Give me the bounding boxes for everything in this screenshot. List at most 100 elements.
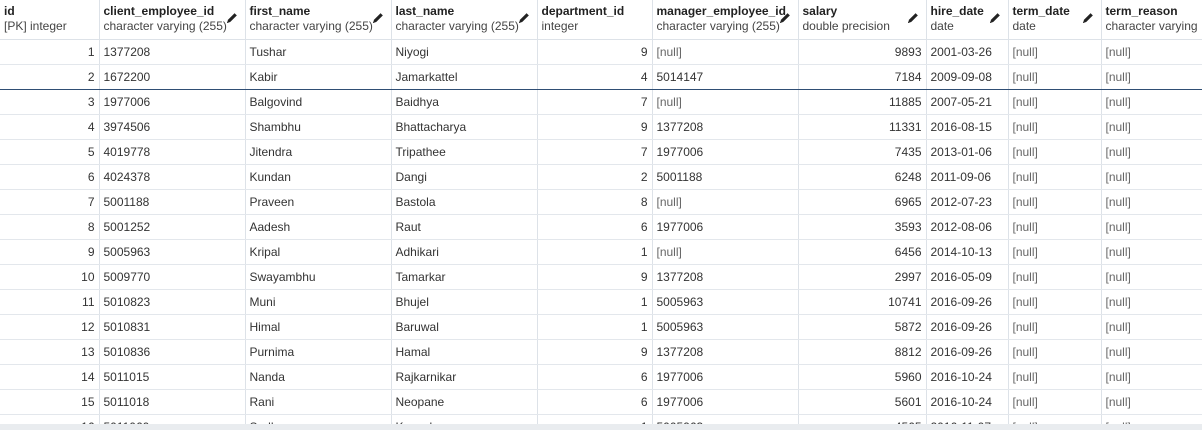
cell-first-name[interactable]: Balgovind <box>245 89 392 115</box>
cell-id[interactable]: 2 <box>0 64 100 90</box>
cell-id[interactable]: 15 <box>0 389 100 415</box>
cell-first-name[interactable]: Rani <box>245 389 392 415</box>
cell-first-name[interactable]: Swayambhu <box>245 264 392 290</box>
cell-client-employee-id[interactable]: 5010831 <box>99 314 246 340</box>
cell-last-name[interactable]: Tripathee <box>391 139 538 165</box>
cell-department-id[interactable]: 1 <box>537 239 653 265</box>
cell-last-name[interactable]: Baidhya <box>391 89 538 115</box>
cell-client-employee-id[interactable]: 4024378 <box>99 164 246 190</box>
cell-salary[interactable]: 11885 <box>798 89 927 115</box>
table-row[interactable]: 7 5001188 Praveen Bastola 8 [null] 6965 2012-07… <box>0 189 1202 215</box>
table-row[interactable]: 14 5011015 Nanda Rajkarnikar 6 1977006 5960 201… <box>0 364 1202 390</box>
cell-salary[interactable]: 5960 <box>798 364 927 390</box>
column-header-id[interactable]: id [PK] integer <box>0 0 100 40</box>
cell-salary[interactable]: 8812 <box>798 339 927 365</box>
cell-first-name[interactable]: Muni <box>245 289 392 315</box>
cell-department-id[interactable]: 4 <box>537 64 653 90</box>
cell-hire-date[interactable]: 2016-10-24 <box>926 364 1009 390</box>
table-row[interactable]: 9 5005963 Kripal Adhikari 1 [null] 6456 2014-10… <box>0 239 1202 265</box>
cell-term-reason[interactable]: [null] <box>1101 139 1202 165</box>
cell-term-reason[interactable]: [null] <box>1101 239 1202 265</box>
cell-department-id[interactable]: 1 <box>537 289 653 315</box>
table-row[interactable]: 15 5011018 Rani Neopane 6 1977006 5601 2016-10-… <box>0 389 1202 415</box>
cell-client-employee-id[interactable]: 5001188 <box>99 189 246 215</box>
cell-term-reason[interactable]: [null] <box>1101 189 1202 215</box>
cell-last-name[interactable]: Neopane <box>391 389 538 415</box>
cell-term-date[interactable]: [null] <box>1008 289 1102 315</box>
cell-client-employee-id[interactable]: 3974506 <box>99 114 246 140</box>
cell-id[interactable]: 11 <box>0 289 100 315</box>
cell-last-name[interactable]: Dangi <box>391 164 538 190</box>
cell-first-name[interactable]: Kripal <box>245 239 392 265</box>
cell-term-reason[interactable]: [null] <box>1101 339 1202 365</box>
cell-last-name[interactable]: Bhattacharya <box>391 114 538 140</box>
cell-department-id[interactable]: 2 <box>537 164 653 190</box>
cell-manager-employee-id[interactable]: 1377208 <box>652 264 799 290</box>
cell-term-date[interactable]: [null] <box>1008 64 1102 90</box>
cell-manager-employee-id[interactable]: 5005963 <box>652 289 799 315</box>
table-row[interactable]: 8 5001252 Aadesh Raut 6 1977006 3593 2012-08-06… <box>0 214 1202 240</box>
cell-salary[interactable]: 9893 <box>798 39 927 65</box>
cell-department-id[interactable]: 7 <box>537 89 653 115</box>
column-header-manager-employee-id[interactable]: manager_employee_id character varying (25… <box>652 0 799 40</box>
cell-id[interactable]: 3 <box>0 89 100 115</box>
cell-client-employee-id[interactable]: 5009770 <box>99 264 246 290</box>
cell-client-employee-id[interactable]: 4019778 <box>99 139 246 165</box>
table-row[interactable]: 10 5009770 Swayambhu Tamarkar 9 1377208 2997 20… <box>0 264 1202 290</box>
cell-term-date[interactable]: [null] <box>1008 339 1102 365</box>
cell-id[interactable]: 14 <box>0 364 100 390</box>
cell-id[interactable]: 12 <box>0 314 100 340</box>
cell-term-reason[interactable]: [null] <box>1101 89 1202 115</box>
cell-client-employee-id[interactable]: 1977006 <box>99 89 246 115</box>
cell-first-name[interactable]: Praveen <box>245 189 392 215</box>
column-header-last-name[interactable]: last_name character varying (255) <box>391 0 538 40</box>
cell-salary[interactable]: 7184 <box>798 64 927 90</box>
cell-first-name[interactable]: Nanda <box>245 364 392 390</box>
cell-term-reason[interactable]: [null] <box>1101 364 1202 390</box>
cell-id[interactable]: 9 <box>0 239 100 265</box>
column-header-department-id[interactable]: department_id integer <box>537 0 653 40</box>
cell-id[interactable]: 7 <box>0 189 100 215</box>
cell-first-name[interactable]: Shambhu <box>245 114 392 140</box>
cell-first-name[interactable]: Purnima <box>245 339 392 365</box>
cell-salary[interactable]: 5601 <box>798 389 927 415</box>
cell-term-reason[interactable]: [null] <box>1101 39 1202 65</box>
column-header-client-employee-id[interactable]: client_employee_id character varying (255… <box>99 0 246 40</box>
cell-id[interactable]: 1 <box>0 39 100 65</box>
cell-client-employee-id[interactable]: 5010836 <box>99 339 246 365</box>
cell-manager-employee-id[interactable]: 5001188 <box>652 164 799 190</box>
cell-term-date[interactable]: [null] <box>1008 164 1102 190</box>
cell-manager-employee-id[interactable]: 1377208 <box>652 114 799 140</box>
column-header-hire-date[interactable]: hire_date date <box>926 0 1009 40</box>
cell-manager-employee-id[interactable]: [null] <box>652 189 799 215</box>
cell-term-reason[interactable]: [null] <box>1101 264 1202 290</box>
cell-manager-employee-id[interactable]: 1977006 <box>652 214 799 240</box>
cell-client-employee-id[interactable]: 5001252 <box>99 214 246 240</box>
cell-hire-date[interactable]: 2016-10-24 <box>926 389 1009 415</box>
cell-id[interactable]: 10 <box>0 264 100 290</box>
column-header-salary[interactable]: salary double precision <box>798 0 927 40</box>
cell-department-id[interactable]: 1 <box>537 314 653 340</box>
cell-department-id[interactable]: 6 <box>537 364 653 390</box>
cell-term-date[interactable]: [null] <box>1008 139 1102 165</box>
cell-department-id[interactable]: 9 <box>537 114 653 140</box>
cell-last-name[interactable]: Adhikari <box>391 239 538 265</box>
cell-hire-date[interactable]: 2016-09-26 <box>926 289 1009 315</box>
cell-last-name[interactable]: Tamarkar <box>391 264 538 290</box>
cell-department-id[interactable]: 9 <box>537 264 653 290</box>
cell-term-date[interactable]: [null] <box>1008 314 1102 340</box>
cell-last-name[interactable]: Jamarkattel <box>391 64 538 90</box>
cell-hire-date[interactable]: 2013-01-06 <box>926 139 1009 165</box>
cell-last-name[interactable]: Baruwal <box>391 314 538 340</box>
cell-manager-employee-id[interactable]: 1977006 <box>652 389 799 415</box>
cell-hire-date[interactable]: 2007-05-21 <box>926 89 1009 115</box>
column-header-term-reason[interactable]: term_reason character varying <box>1101 0 1202 40</box>
cell-last-name[interactable]: Bastola <box>391 189 538 215</box>
cell-id[interactable]: 4 <box>0 114 100 140</box>
cell-last-name[interactable]: Niyogi <box>391 39 538 65</box>
cell-term-reason[interactable]: [null] <box>1101 64 1202 90</box>
cell-manager-employee-id[interactable]: 5014147 <box>652 64 799 90</box>
cell-department-id[interactable]: 9 <box>537 339 653 365</box>
cell-manager-employee-id[interactable]: 1977006 <box>652 139 799 165</box>
cell-term-reason[interactable]: [null] <box>1101 314 1202 340</box>
